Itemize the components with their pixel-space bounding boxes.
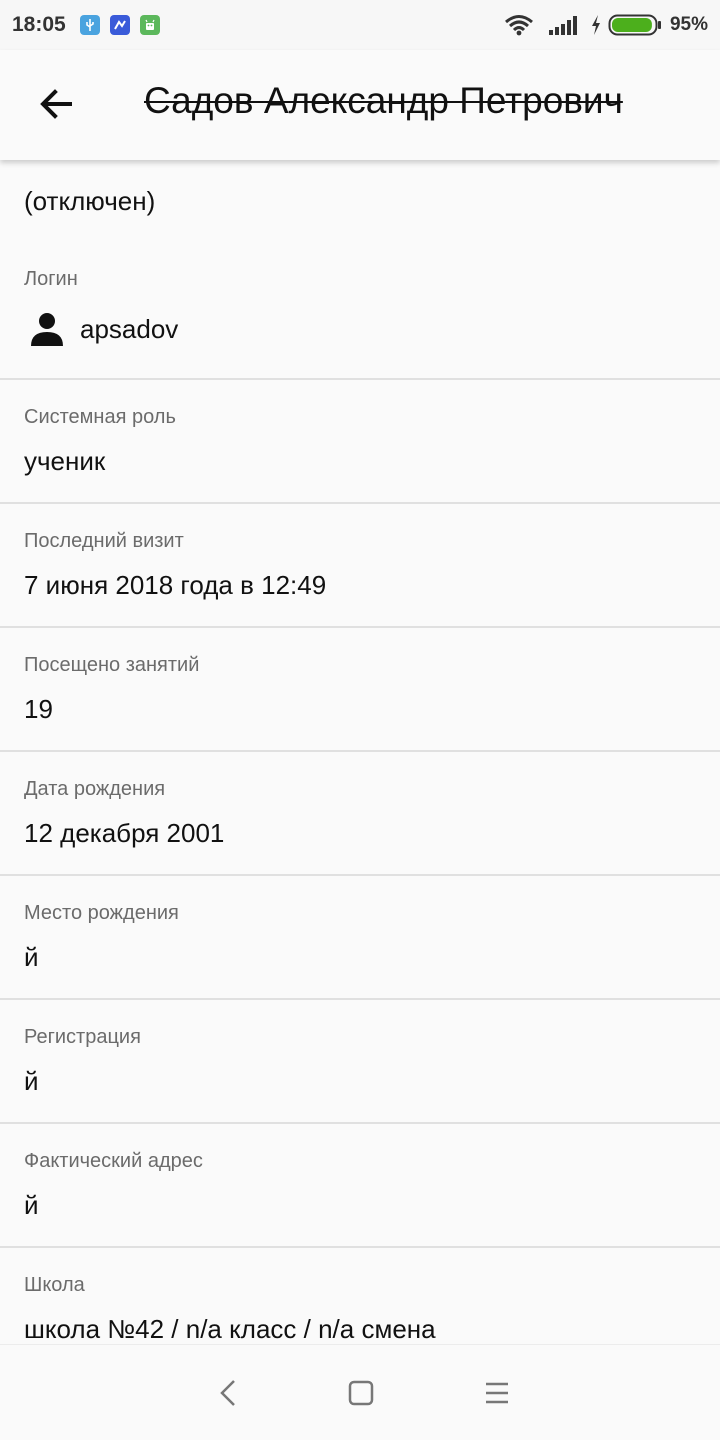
nav-back-button[interactable] xyxy=(210,1375,246,1411)
signal-icon xyxy=(548,14,580,36)
field-value: й xyxy=(24,1190,39,1220)
field-label: Регистрация xyxy=(24,1026,141,1048)
field-value: й xyxy=(24,1066,39,1096)
field-value: 19 xyxy=(24,694,53,724)
field-value: ученик xyxy=(24,446,106,476)
app-bar: Садов Александр Петрович xyxy=(0,50,720,160)
account-status: (отключен) xyxy=(24,186,156,216)
screen: 18:05 95% Садов Александр Петрович (откл… xyxy=(0,0,720,1440)
field-system-role: Системная роль ученик xyxy=(0,380,720,504)
field-attended-lessons: Посещено занятий 19 xyxy=(0,628,720,752)
field-label: Дата рождения xyxy=(24,778,166,800)
field-label: Системная роль xyxy=(24,406,176,428)
field-label: Место рождения xyxy=(24,902,179,924)
field-label: Последний визит xyxy=(24,530,184,552)
field-birth-date: Дата рождения 12 декабря 2001 xyxy=(0,752,720,876)
field-value: 7 июня 2018 года в 12:49 xyxy=(24,570,327,600)
menu-nav-icon xyxy=(486,1382,508,1404)
login-value: apsadov xyxy=(80,314,179,344)
page-title: Садов Александр Петрович xyxy=(144,80,623,121)
profile-details: (отключен) Логин apsadov Системная роль … xyxy=(0,160,720,1344)
battery-percent: 95% xyxy=(669,14,708,35)
person-icon xyxy=(31,313,63,346)
back-nav-icon xyxy=(220,1380,235,1406)
android-icon xyxy=(139,15,160,35)
battery-icon xyxy=(608,13,662,37)
field-label: Школа xyxy=(24,1274,85,1296)
field-login: Логин apsadov xyxy=(0,248,720,380)
field-birth-place: Место рождения й xyxy=(0,876,720,1000)
app-notification-icon xyxy=(109,15,130,35)
status-time: 18:05 xyxy=(12,13,66,36)
nav-menu-button[interactable] xyxy=(479,1375,515,1411)
home-nav-icon xyxy=(348,1380,374,1406)
field-registration: Регистрация й xyxy=(0,1000,720,1124)
field-school: Школа школа №42 / n/a класс / n/a смена xyxy=(0,1248,720,1344)
field-last-visit: Последний визит 7 июня 2018 года в 12:49 xyxy=(0,504,720,628)
status-bar: 18:05 95% xyxy=(0,0,720,50)
wifi-icon xyxy=(504,14,534,36)
arrow-back-icon xyxy=(40,89,72,119)
navigation-bar xyxy=(0,1344,720,1440)
field-value: 12 декабря 2001 xyxy=(24,818,225,848)
field-label: Посещено занятий xyxy=(24,654,200,676)
field-label: Фактический адрес xyxy=(24,1150,203,1172)
field-value: й xyxy=(24,942,39,972)
field-value: школа №42 / n/a класс / n/a смена xyxy=(24,1314,436,1344)
field-label: Логин xyxy=(24,268,78,290)
field-actual-address: Фактический адрес й xyxy=(0,1124,720,1248)
usb-icon xyxy=(79,15,100,35)
nav-home-button[interactable] xyxy=(343,1375,379,1411)
back-button[interactable] xyxy=(30,78,82,130)
charging-icon xyxy=(590,14,602,36)
